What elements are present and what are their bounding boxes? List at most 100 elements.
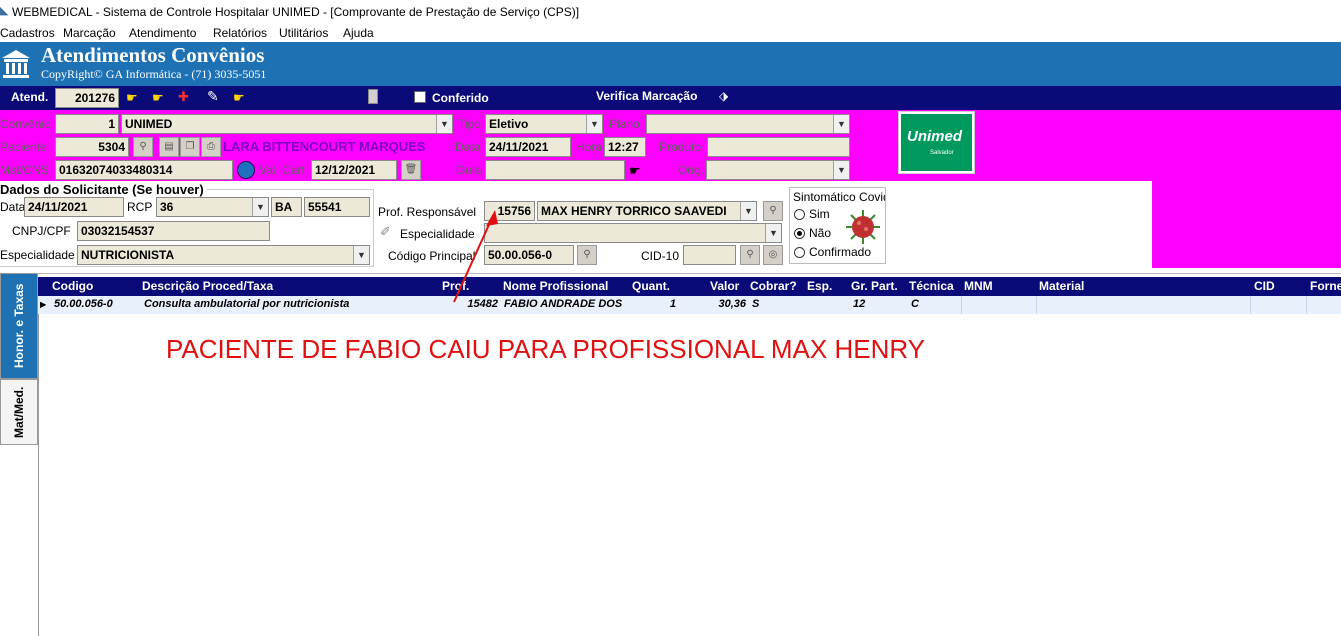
chevron-down-icon: ▼ [353,246,369,264]
atend-field[interactable]: 201276 [55,88,119,108]
unimed-logo: Unimed Salvador [898,111,975,174]
hand-icon[interactable]: ☛ [233,90,245,106]
menu-atendimento[interactable]: Atendimento [129,26,196,40]
menu-utilitarios[interactable]: Utilitários [279,26,328,40]
col-mnm[interactable]: MNM [964,279,993,293]
cell-grpart[interactable]: 12 [853,298,903,310]
uf-field[interactable]: BA [271,197,302,217]
resp-esp-select[interactable]: ▼ [484,223,782,243]
cell-tecnica[interactable]: C [911,298,961,310]
menu-relatorios[interactable]: Relatórios [213,26,267,40]
col-codigo[interactable]: Codigo [52,279,93,293]
conferido-label: Conferido [432,91,489,105]
sol-esp-select[interactable]: NUTRICIONISTA ▼ [77,245,370,265]
conferido-checkbox[interactable] [414,91,426,103]
valcart-label: Val. Cart [259,163,305,177]
binoculars-icon[interactable]: ⚲ [133,137,153,157]
verifica-marcacao-icon[interactable]: ⬗ [719,89,728,103]
menu-marcacao[interactable]: Marcação [63,26,116,40]
menu-cadastros[interactable]: Cadastros [0,26,55,40]
produto-label: Produto [659,140,702,154]
banner-title: Atendimentos Convênios [41,43,265,67]
annotation-arrow [453,210,498,303]
building-icon [0,48,32,80]
rcp-select[interactable]: 36 ▼ [156,197,269,217]
paciente-code-field[interactable]: 5304 [55,137,129,157]
refresh-icon[interactable]: ◎ [763,245,783,265]
data-field[interactable]: 24/11/2021 [485,137,571,157]
cid10-field[interactable] [683,245,736,265]
paciente-name: LARA BITTENCOURT MARQUES [223,139,426,154]
plano-select[interactable]: ▼ [646,114,850,134]
cell-descricao[interactable]: Consulta ambulatorial por nutricionista [144,298,438,310]
cell-quant[interactable]: 1 [632,298,676,310]
globe-icon[interactable] [237,161,255,179]
convenio-select[interactable]: UNIMED ▼ [121,114,453,134]
col-forne[interactable]: Forne [1310,279,1341,293]
cell-codigo[interactable]: 50.00.056-0 [54,298,140,310]
binoculars-icon[interactable]: ⚲ [577,245,597,265]
hand-icon[interactable]: ☛ [126,90,138,106]
hora-field[interactable]: 12:27 [604,137,646,157]
tipo-select-value: Eletivo [489,117,529,131]
matcns-field[interactable]: 01632074033480314 [55,160,233,180]
produto-field[interactable] [707,137,850,157]
valcart-field[interactable]: 12/12/2021 [311,160,397,180]
binoculars-icon[interactable]: ⚲ [740,245,760,265]
cnpj-field[interactable]: 03032154537 [77,221,270,241]
col-cid[interactable]: CID [1254,279,1275,293]
covid-radio-sim[interactable] [794,209,805,220]
orig-label: Orig. [678,163,705,177]
tipo-select[interactable]: Eletivo ▼ [485,114,603,134]
title-bar: ◣ WEBMEDICAL - Sistema de Controle Hospi… [0,0,1341,24]
crm-field[interactable]: 55541 [304,197,370,217]
col-nome[interactable]: Nome Profissional [503,279,608,293]
tab-mat-med-label: Mat/Med. [12,386,26,438]
unimed-logo-sub: Salvador [930,150,954,156]
menu-ajuda[interactable]: Ajuda [343,26,374,40]
grid-header: Codigo Descrição Proced/Taxa Prof. Nome … [38,277,1341,296]
verifica-marcacao-label[interactable]: Verifica Marcação [596,89,697,103]
cell-cobrar[interactable]: S [752,298,802,310]
chevron-down-icon: ▼ [765,224,781,242]
unimed-logo-brand: Unimed [907,128,963,145]
hand-icon[interactable]: ☛ [152,90,164,106]
covid-radio-confirmado[interactable] [794,247,805,258]
cell-divider [1306,296,1307,314]
plus-hand-icon[interactable]: ✚ [178,89,189,105]
binoculars-icon[interactable]: ⚲ [763,201,783,221]
printer-icon[interactable]: ⎙ [201,137,221,157]
copy-icon[interactable]: ❐ [180,137,200,157]
tab-honor-taxas[interactable]: Honor. e Taxas [0,273,38,379]
convenio-code-field[interactable]: 1 [55,114,119,134]
cid10-label: CID-10 [641,249,680,263]
calculator-icon[interactable] [368,89,378,104]
chevron-down-icon: ▼ [586,115,602,133]
cell-nome[interactable]: FABIO ANDRADE DOS [504,298,629,310]
col-cobrar[interactable]: Cobrar? [750,279,797,293]
col-valor[interactable]: Valor [710,279,739,293]
col-quant[interactable]: Quant. [632,279,670,293]
cell-valor[interactable]: 30,36 [680,298,746,310]
tab-mat-med[interactable]: Mat/Med. [0,379,38,445]
banner: Atendimentos Convênios CopyRight© GA Inf… [0,42,1341,86]
document-icon[interactable]: ▤ [159,137,179,157]
covid-sim-label: Sim [809,207,830,221]
hand-icon[interactable]: ☛ [629,163,641,179]
col-descricao[interactable]: Descrição Proced/Taxa [142,279,273,293]
col-material[interactable]: Material [1039,279,1084,293]
plano-label: Plano [609,117,640,131]
covid-radio-nao[interactable] [794,228,805,239]
covid-nao-label: Não [809,226,832,240]
pin-icon[interactable]: ✐ [380,224,391,240]
edit-icon[interactable]: ✎ [207,88,219,105]
trash-icon[interactable]: 🗑 [401,160,421,180]
col-tecnica[interactable]: Técnica [909,279,954,293]
orig-select[interactable]: ▼ [706,160,850,180]
sol-data-field[interactable]: 24/11/2021 [24,197,124,217]
col-esp[interactable]: Esp. [807,279,832,293]
prof-resp-select[interactable]: MAX HENRY TORRICO SAAVEDI ▼ [537,201,757,221]
col-grpart[interactable]: Gr. Part. [851,279,898,293]
table-row[interactable]: ▶ 50.00.056-0 Consulta ambulatorial por … [38,296,1341,314]
guia-field[interactable] [485,160,625,180]
